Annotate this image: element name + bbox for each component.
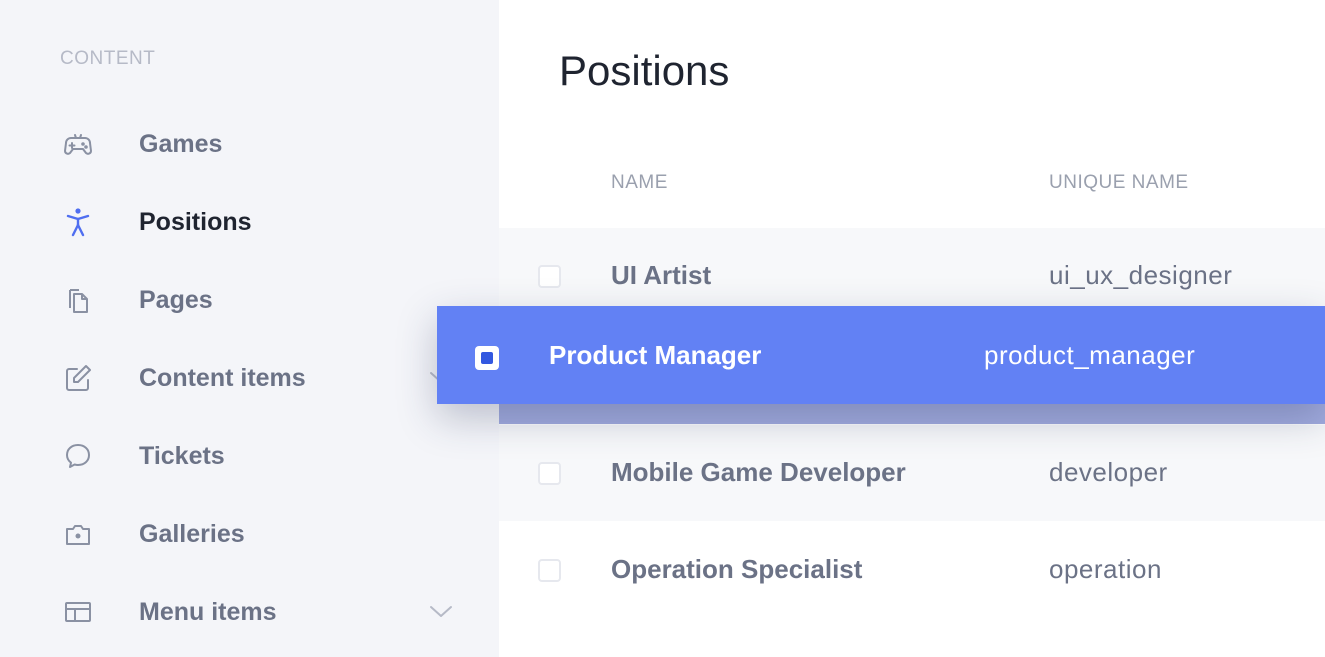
sidebar-item-games[interactable]: Games xyxy=(0,113,499,173)
cell-name: Product Manager xyxy=(549,340,762,370)
sidebar-item-label: Tickets xyxy=(139,442,225,470)
person-icon xyxy=(62,206,94,238)
sidebar-item-label: Pages xyxy=(139,286,213,314)
dragging-table-row[interactable]: Product Manager product_manager xyxy=(437,306,1325,404)
sidebar-item-pages[interactable]: Pages xyxy=(0,269,499,329)
table-row[interactable]: Mobile Game Developer developer xyxy=(499,425,1325,521)
sidebar-item-tickets[interactable]: Tickets xyxy=(0,425,499,485)
checkbox-check-mark xyxy=(481,352,493,364)
sidebar: CONTENT Games Positions Pages Content it… xyxy=(0,0,499,657)
cell-unique-name: product_manager xyxy=(984,340,1196,370)
sidebar-item-positions[interactable]: Positions xyxy=(0,191,499,251)
pages-icon xyxy=(62,284,94,316)
chevron-down-icon[interactable] xyxy=(426,599,456,623)
sidebar-item-label: Positions xyxy=(139,208,252,236)
row-checkbox[interactable] xyxy=(538,559,561,582)
cell-unique-name: developer xyxy=(1049,457,1168,487)
camera-icon xyxy=(62,518,94,550)
gamepad-icon xyxy=(62,128,94,160)
sidebar-item-content-items[interactable]: Content items xyxy=(0,347,499,407)
sidebar-section-label: CONTENT xyxy=(60,48,156,69)
table-row[interactable]: Operation Specialist operation xyxy=(499,522,1325,618)
cell-unique-name: ui_ux_designer xyxy=(1049,260,1233,290)
cell-name: UI Artist xyxy=(611,260,712,290)
column-header-name[interactable]: NAME xyxy=(611,172,668,194)
row-checkbox[interactable] xyxy=(538,462,561,485)
cell-name: Mobile Game Developer xyxy=(611,457,906,487)
column-header-unique-name[interactable]: UNIQUE NAME xyxy=(1049,172,1189,194)
page-title: Positions xyxy=(559,47,730,94)
drop-placeholder xyxy=(499,404,1325,424)
sidebar-item-label: Galleries xyxy=(139,520,245,548)
cell-unique-name: operation xyxy=(1049,554,1162,584)
menu-window-icon xyxy=(62,596,94,628)
cell-name: Operation Specialist xyxy=(611,554,863,584)
chat-bubble-icon xyxy=(62,440,94,472)
edit-icon xyxy=(62,362,94,394)
row-checkbox-checked[interactable] xyxy=(475,346,499,370)
sidebar-item-label: Menu items xyxy=(139,598,277,626)
sidebar-item-label: Content items xyxy=(139,364,306,392)
sidebar-item-menu-items[interactable]: Menu items xyxy=(0,581,499,641)
sidebar-item-galleries[interactable]: Galleries xyxy=(0,503,499,563)
row-checkbox[interactable] xyxy=(538,265,561,288)
sidebar-item-label: Games xyxy=(139,130,223,158)
